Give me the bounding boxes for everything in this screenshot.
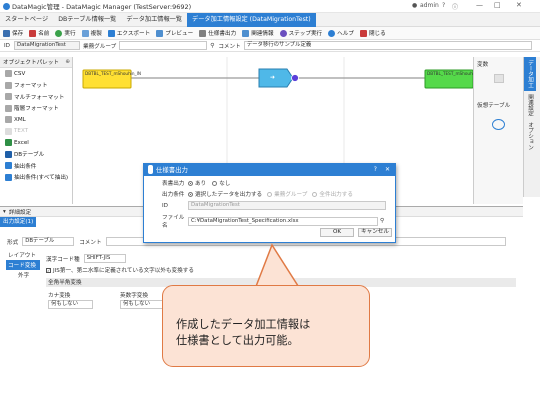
callout-line-2: 仕様書として出力可能。 [176, 334, 299, 347]
callout-line-1: 作成したデータ加工情報は [176, 318, 311, 331]
callout-text: 作成したデータ加工情報は 仕様書として出力可能。 [176, 317, 366, 349]
